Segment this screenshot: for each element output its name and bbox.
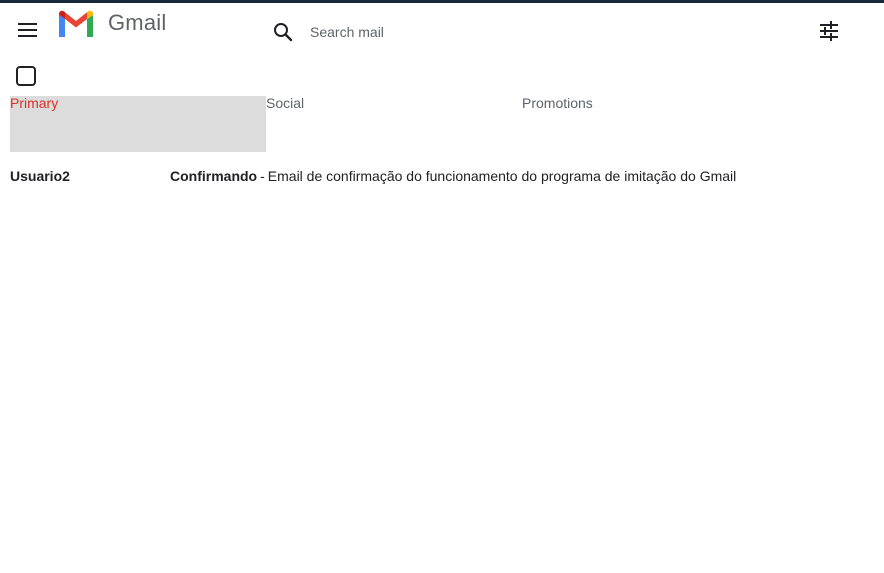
tab-promotions[interactable]: Promotions — [522, 96, 778, 152]
email-row[interactable]: Usuario2 Confirmando - Email de confirmaçã… — [10, 168, 874, 188]
search-icon — [274, 23, 293, 42]
tab-label: Social — [266, 95, 305, 111]
search-button[interactable] — [271, 20, 295, 44]
search-options-button[interactable] — [817, 19, 841, 43]
email-subject: Confirmando — [170, 168, 258, 184]
select-all-checkbox[interactable] — [16, 66, 36, 86]
menu-icon — [18, 23, 37, 37]
tune-icon — [820, 21, 838, 41]
email-subject-line: Confirmando - Email de confirmação do func… — [170, 168, 736, 184]
main-menu-button[interactable] — [14, 20, 42, 42]
gmail-logo[interactable] — [57, 9, 95, 39]
email-snippet: Email de confirmação do funcionamento do… — [267, 168, 737, 184]
tab-label: Promotions — [522, 95, 593, 111]
tab-label: Primary — [10, 95, 59, 111]
search-input[interactable] — [306, 20, 790, 44]
gmail-page: Gmail Primary Social Promotions Usuario2… — [0, 0, 884, 573]
top-border — [0, 0, 884, 3]
email-separator: - — [260, 168, 265, 184]
tab-social[interactable]: Social — [266, 96, 522, 152]
brand-name: Gmail — [108, 10, 167, 35]
tab-primary[interactable]: Primary — [10, 96, 266, 152]
email-sender: Usuario2 — [10, 168, 70, 184]
